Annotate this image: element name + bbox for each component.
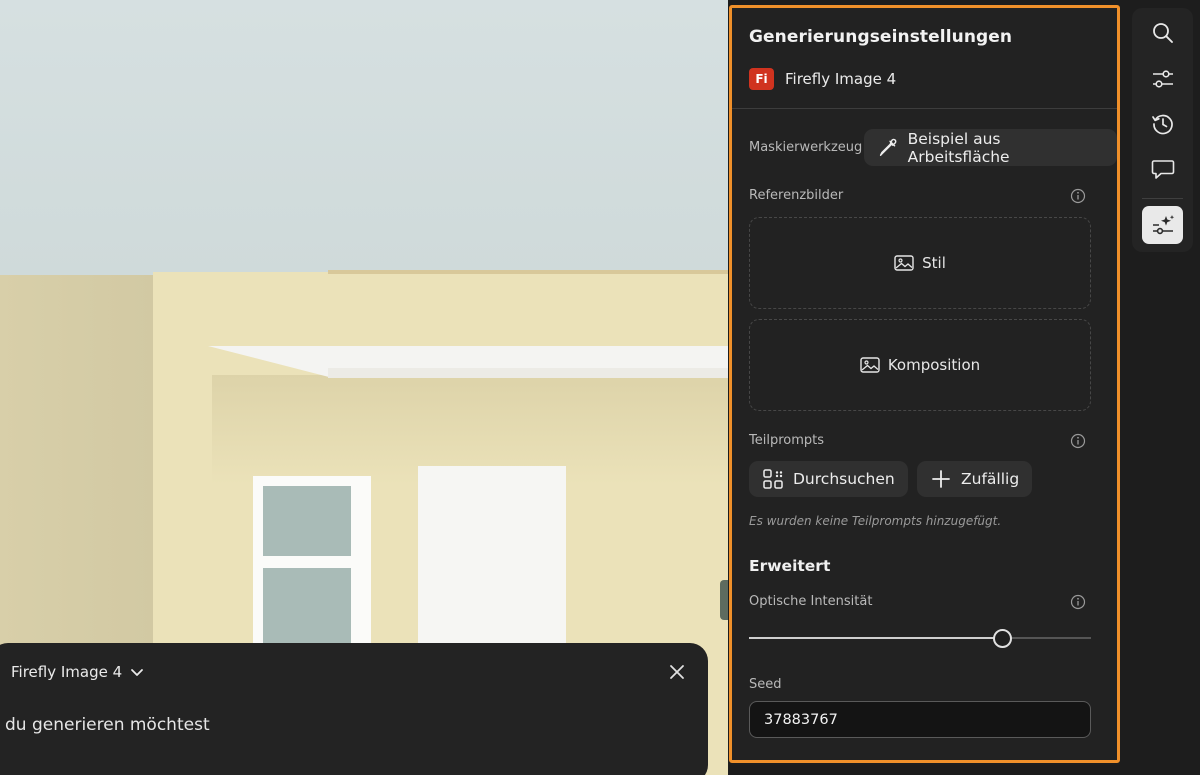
advanced-heading: Erweitert (749, 557, 831, 575)
panel-title: Generierungseinstellungen (749, 27, 1013, 47)
style-label: Stil (922, 254, 946, 272)
sample-from-canvas-button[interactable]: Beispiel aus Arbeitsfläche (864, 129, 1117, 166)
plant (720, 580, 728, 620)
browse-label: Durchsuchen (793, 470, 895, 488)
visual-intensity-slider-thumb[interactable] (992, 629, 1012, 648)
toolbar-divider (1142, 198, 1183, 199)
door (418, 466, 566, 666)
panel-footer (729, 765, 1120, 775)
panel-model-name: Firefly Image 4 (785, 70, 897, 88)
visual-intensity-slider-fill (749, 637, 1003, 639)
search-icon (1152, 23, 1173, 43)
generate-settings-icon (1152, 215, 1174, 235)
close-prompt-button[interactable] (666, 661, 688, 683)
eyedropper-icon (879, 138, 897, 156)
visual-intensity-label: Optische Intensität (749, 594, 873, 609)
window-pane-top (263, 486, 351, 556)
sample-from-canvas-label: Beispiel aus Arbeitsfläche (907, 129, 1010, 166)
composition-label: Komposition (887, 356, 981, 374)
generation-settings-panel: Generierungseinstellungen Fi Firefly Ima… (729, 5, 1120, 763)
style-reference-dropzone[interactable]: Stil (749, 217, 1091, 309)
partial-prompts-label: Teilprompts (749, 433, 825, 448)
seed-label: Seed (749, 677, 782, 692)
panel-model: Fi Firefly Image 4 (749, 68, 896, 90)
info-icon[interactable] (1070, 188, 1086, 204)
plus-icon (932, 470, 950, 488)
sliders-icon (1152, 70, 1173, 88)
firefly-badge-icon: Fi (749, 68, 774, 90)
generation-settings-button[interactable] (1142, 206, 1183, 244)
browse-button[interactable]: Durchsuchen (749, 461, 908, 497)
random-label: Zufällig (961, 470, 1020, 488)
prompt-input[interactable]: du generieren möchtest (5, 715, 210, 735)
info-icon[interactable] (1070, 433, 1086, 449)
roof-edge (328, 270, 728, 274)
history-button[interactable] (1142, 105, 1183, 143)
chevron-down-icon (131, 669, 144, 676)
window (253, 476, 371, 656)
awning-edge (328, 368, 728, 378)
right-toolbar (1132, 8, 1193, 252)
divider (732, 108, 1117, 109)
composition-reference-dropzone[interactable]: Komposition (749, 319, 1091, 411)
mask-tool-label: Maskierwerkzeug (749, 140, 863, 155)
info-icon[interactable] (1070, 594, 1086, 610)
image-icon (860, 357, 880, 373)
reference-images-label: Referenzbilder (749, 188, 844, 203)
sky (0, 0, 728, 275)
image-icon (894, 255, 914, 271)
search-button[interactable] (1142, 14, 1183, 52)
comments-button[interactable] (1142, 150, 1183, 188)
model-selector-label: Firefly Image 4 (11, 663, 123, 681)
history-icon (1151, 114, 1173, 135)
close-icon (670, 665, 684, 679)
browse-grid-icon (763, 469, 783, 489)
adjustments-button[interactable] (1142, 60, 1183, 98)
model-selector[interactable]: Firefly Image 4 (11, 663, 144, 681)
seed-input[interactable] (749, 701, 1091, 738)
no-partial-prompts-hint: Es wurden keine Teilprompts hinzugefügt. (749, 514, 1002, 528)
comment-icon (1151, 160, 1174, 179)
random-button[interactable]: Zufällig (917, 461, 1033, 497)
